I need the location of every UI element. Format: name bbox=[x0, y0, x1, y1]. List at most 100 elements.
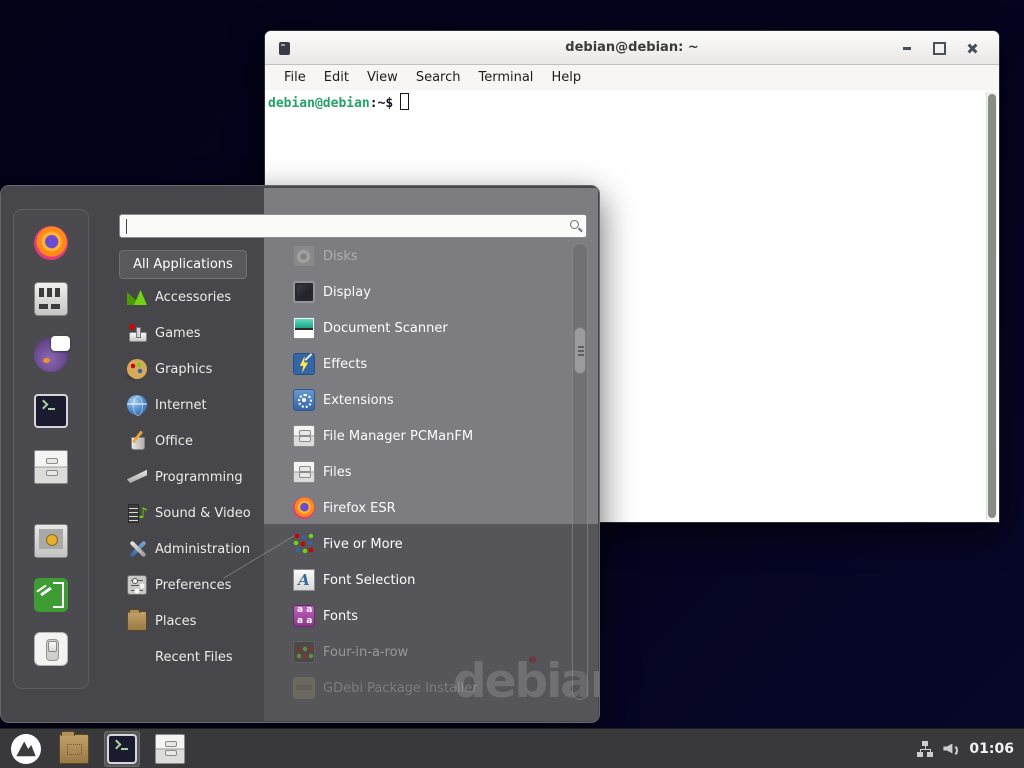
terminal-menu-file[interactable]: File bbox=[275, 70, 315, 85]
search-input[interactable] bbox=[126, 216, 562, 236]
app-document-scanner[interactable]: Document Scanner bbox=[264, 310, 572, 346]
favorite-firefox[interactable] bbox=[31, 225, 71, 261]
volume-icon[interactable] bbox=[943, 741, 959, 757]
terminal-menu-edit[interactable]: Edit bbox=[315, 70, 358, 85]
text-caret bbox=[126, 219, 127, 234]
admin-icon bbox=[127, 539, 147, 559]
app-label: Extensions bbox=[323, 393, 394, 408]
app-file-manager-pcmanfm[interactable]: File Manager PCManFM bbox=[264, 418, 572, 454]
app-files[interactable]: Files bbox=[264, 454, 572, 490]
maximize-button[interactable] bbox=[923, 36, 956, 60]
app-effects[interactable]: Effects bbox=[264, 346, 572, 382]
category-office[interactable]: Office bbox=[119, 423, 265, 459]
app-display[interactable]: Display bbox=[264, 274, 572, 310]
disks-icon bbox=[293, 245, 315, 267]
app-disks[interactable]: Disks bbox=[264, 238, 572, 274]
keyboard-icon bbox=[34, 282, 68, 316]
taskbar: 01:06 bbox=[0, 728, 1024, 768]
session-buttons bbox=[31, 523, 71, 667]
preferences-icon bbox=[127, 575, 147, 595]
category-accessories[interactable]: Accessories bbox=[119, 279, 265, 315]
category-sound-video[interactable]: Sound & Video bbox=[119, 495, 265, 531]
lock-screen-button[interactable] bbox=[31, 523, 71, 559]
games-icon bbox=[127, 323, 147, 343]
shut-down-button[interactable] bbox=[31, 631, 71, 667]
all-applications-button[interactable]: All Applications bbox=[119, 250, 247, 279]
folder-icon bbox=[59, 734, 89, 764]
category-preferences[interactable]: Preferences bbox=[119, 567, 265, 603]
app-label: GDebi Package Installer bbox=[323, 681, 478, 696]
category-places[interactable]: Places bbox=[119, 603, 265, 639]
minimize-button[interactable] bbox=[890, 36, 923, 60]
firefox-icon bbox=[34, 226, 68, 260]
soundvideo-icon bbox=[127, 503, 147, 523]
category-label: Places bbox=[155, 614, 196, 629]
app-extensions[interactable]: Extensions bbox=[264, 382, 572, 418]
fourrow-icon bbox=[293, 641, 315, 663]
terminal-scrollbar-thumb[interactable] bbox=[988, 94, 996, 518]
file-manager-launcher[interactable] bbox=[56, 731, 92, 767]
category-label: Accessories bbox=[155, 290, 231, 305]
app-font-selection[interactable]: Font Selection bbox=[264, 562, 572, 598]
app-label: Display bbox=[323, 285, 371, 300]
app-label: Disks bbox=[323, 249, 358, 264]
category-recent-files[interactable]: Recent Files bbox=[119, 639, 265, 675]
cabinet-icon bbox=[293, 425, 315, 447]
terminal-task-button[interactable] bbox=[104, 731, 140, 767]
favorite-file-manager[interactable] bbox=[31, 449, 71, 485]
app-label: Effects bbox=[323, 357, 367, 372]
category-label: Games bbox=[155, 326, 200, 341]
app-label: Four-in-a-row bbox=[323, 645, 408, 660]
prompt-suffix: :~$ bbox=[370, 96, 393, 111]
terminal-titlebar[interactable]: debian@debian: ~ bbox=[265, 31, 999, 65]
favorite-menu-editor[interactable] bbox=[31, 281, 71, 317]
application-list: Disks Display Document Scanner Effects Exten… bbox=[264, 238, 572, 706]
search-box bbox=[119, 214, 587, 238]
app-label: Document Scanner bbox=[323, 321, 448, 336]
app-label: Font Selection bbox=[323, 573, 415, 588]
category-graphics[interactable]: Graphics bbox=[119, 351, 265, 387]
app-gdebi-package-installer[interactable]: GDebi Package Installer bbox=[264, 670, 572, 706]
close-button[interactable] bbox=[956, 36, 989, 60]
terminal-menubar: FileEditViewSearchTerminalHelp bbox=[265, 65, 999, 90]
log-out-button[interactable] bbox=[31, 577, 71, 613]
category-games[interactable]: Games bbox=[119, 315, 265, 351]
terminal-title: debian@debian: ~ bbox=[265, 40, 999, 55]
category-programming[interactable]: Programming bbox=[119, 459, 265, 495]
app-fonts[interactable]: Fonts bbox=[264, 598, 572, 634]
scanner-icon bbox=[293, 317, 315, 339]
accessories-icon bbox=[127, 287, 147, 307]
category-administration[interactable]: Administration bbox=[119, 531, 265, 567]
network-icon[interactable] bbox=[917, 741, 933, 757]
office-icon bbox=[127, 431, 147, 451]
category-list: AccessoriesGamesGraphicsInternetOfficePr… bbox=[119, 279, 265, 675]
effects-icon bbox=[293, 353, 315, 375]
terminal-icon bbox=[107, 734, 137, 764]
category-internet[interactable]: Internet bbox=[119, 387, 265, 423]
category-label: Graphics bbox=[155, 362, 212, 377]
lockscreen-icon bbox=[34, 524, 68, 558]
gdebi-icon bbox=[293, 677, 315, 699]
app-list-scrollbar[interactable] bbox=[572, 243, 588, 700]
app-four-in-a-row[interactable]: Four-in-a-row bbox=[264, 634, 572, 670]
terminal-menu-terminal[interactable]: Terminal bbox=[469, 70, 542, 85]
logout-icon bbox=[34, 578, 68, 612]
terminal-menu-help[interactable]: Help bbox=[542, 70, 590, 85]
app-list-scrollbar-thumb[interactable] bbox=[574, 327, 586, 374]
terminal-prompt: debian@debian:~$ bbox=[265, 90, 999, 111]
app-five-or-more[interactable]: Five or More bbox=[264, 526, 572, 562]
terminal-scrollbar[interactable] bbox=[986, 92, 997, 520]
terminal-menu-search[interactable]: Search bbox=[407, 70, 470, 85]
category-label: Recent Files bbox=[155, 650, 233, 665]
category-label: Administration bbox=[155, 542, 250, 557]
favorite-terminal[interactable] bbox=[31, 393, 71, 429]
app-firefox-esr[interactable]: Firefox ESR bbox=[264, 490, 572, 526]
clock[interactable]: 01:06 bbox=[969, 741, 1014, 757]
menu-button[interactable] bbox=[8, 731, 44, 767]
shutdown-icon bbox=[34, 632, 68, 666]
terminal-menu-view[interactable]: View bbox=[358, 70, 407, 85]
places-icon bbox=[127, 611, 147, 631]
cabinet-icon bbox=[34, 450, 68, 484]
files-launcher[interactable] bbox=[152, 731, 188, 767]
favorite-pidgin[interactable] bbox=[31, 337, 71, 373]
